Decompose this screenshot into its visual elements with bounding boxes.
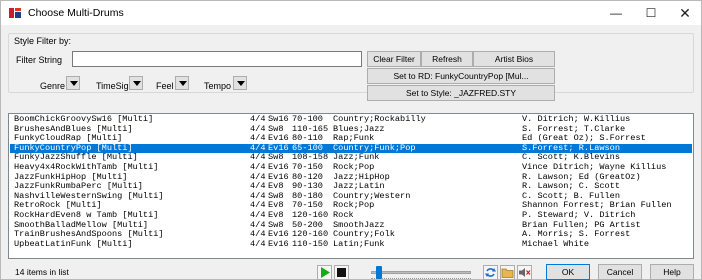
list-cell-tempo: 110-150 bbox=[292, 238, 329, 249]
maximize-button[interactable]: ☐ bbox=[634, 1, 668, 25]
list-item[interactable]: UpbeatLatinFunk [Multi] 4/4 Ev16 110-150 Lat… bbox=[10, 238, 692, 250]
list-cell-sig: 4/4 bbox=[250, 238, 266, 249]
folder-icon bbox=[501, 268, 514, 278]
timesig-label: TimeSig bbox=[96, 81, 129, 91]
play-icon bbox=[321, 267, 330, 278]
list-cell-genre: Latin;Funk bbox=[333, 238, 385, 249]
loop-button[interactable] bbox=[483, 265, 498, 280]
volume-slider-thumb[interactable] bbox=[376, 266, 382, 279]
feel-dropdown[interactable] bbox=[175, 76, 189, 90]
cancel-button[interactable]: Cancel bbox=[598, 264, 642, 280]
ok-button[interactable]: OK bbox=[546, 264, 590, 280]
stop-icon bbox=[337, 268, 346, 277]
volume-slider-track[interactable] bbox=[371, 271, 471, 274]
artist-bios-button[interactable]: Artist Bios bbox=[473, 51, 555, 67]
mute-button[interactable] bbox=[517, 265, 532, 280]
list-cell-artist: Michael White bbox=[522, 238, 590, 249]
filter-string-label: Filter String bbox=[16, 55, 63, 65]
genre-label: Genre bbox=[40, 81, 66, 91]
tempo-dropdown[interactable] bbox=[233, 76, 247, 90]
filter-string-input[interactable] bbox=[72, 51, 362, 67]
set-to-style-button[interactable]: Set to Style: _JAZFRED.STY bbox=[367, 85, 555, 101]
timesig-dropdown[interactable] bbox=[129, 76, 143, 90]
minimize-button[interactable]: — bbox=[599, 1, 633, 25]
list-cell-feel: Ev16 bbox=[268, 238, 289, 249]
clear-filter-button[interactable]: Clear Filter bbox=[367, 51, 421, 67]
style-list[interactable]: BoomChickGroovySw16 [Multi] 4/4 Sw16 70-100… bbox=[8, 113, 694, 259]
style-filter-title: Style Filter by: bbox=[14, 36, 72, 46]
refresh-button[interactable]: Refresh bbox=[421, 51, 473, 67]
close-button[interactable]: ✕ bbox=[668, 1, 702, 25]
loop-icon bbox=[485, 268, 496, 277]
status-count: 14 items in list bbox=[15, 267, 69, 277]
folder-button[interactable] bbox=[500, 265, 515, 280]
feel-label: Feel bbox=[156, 81, 174, 91]
app-icon bbox=[8, 6, 22, 20]
tempo-label: Tempo bbox=[204, 81, 232, 91]
play-button[interactable] bbox=[317, 265, 332, 280]
title-bar[interactable]: Choose Multi-Drums — ☐ ✕ bbox=[1, 1, 701, 25]
list-cell-name: UpbeatLatinFunk [Multi] bbox=[14, 238, 133, 249]
speaker-mute-icon bbox=[519, 268, 531, 277]
stop-button[interactable] bbox=[334, 265, 349, 280]
help-button[interactable]: Help bbox=[650, 264, 694, 280]
dialog-window: Choose Multi-Drums — ☐ ✕ Style Filter by… bbox=[0, 0, 702, 280]
window-title: Choose Multi-Drums bbox=[28, 7, 124, 19]
genre-dropdown[interactable] bbox=[66, 76, 80, 90]
set-to-rd-button[interactable]: Set to RD: FunkyCountryPop [Mul... bbox=[367, 68, 555, 84]
